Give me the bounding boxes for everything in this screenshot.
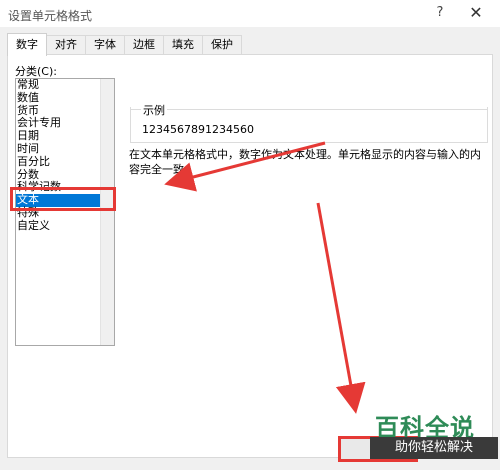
arrow-to-text-category [164,141,326,192]
annotation-arrows [164,141,366,414]
arrow-to-ok-button [316,202,366,414]
watermark-subtitle: 助你轻松解决 [370,437,498,459]
